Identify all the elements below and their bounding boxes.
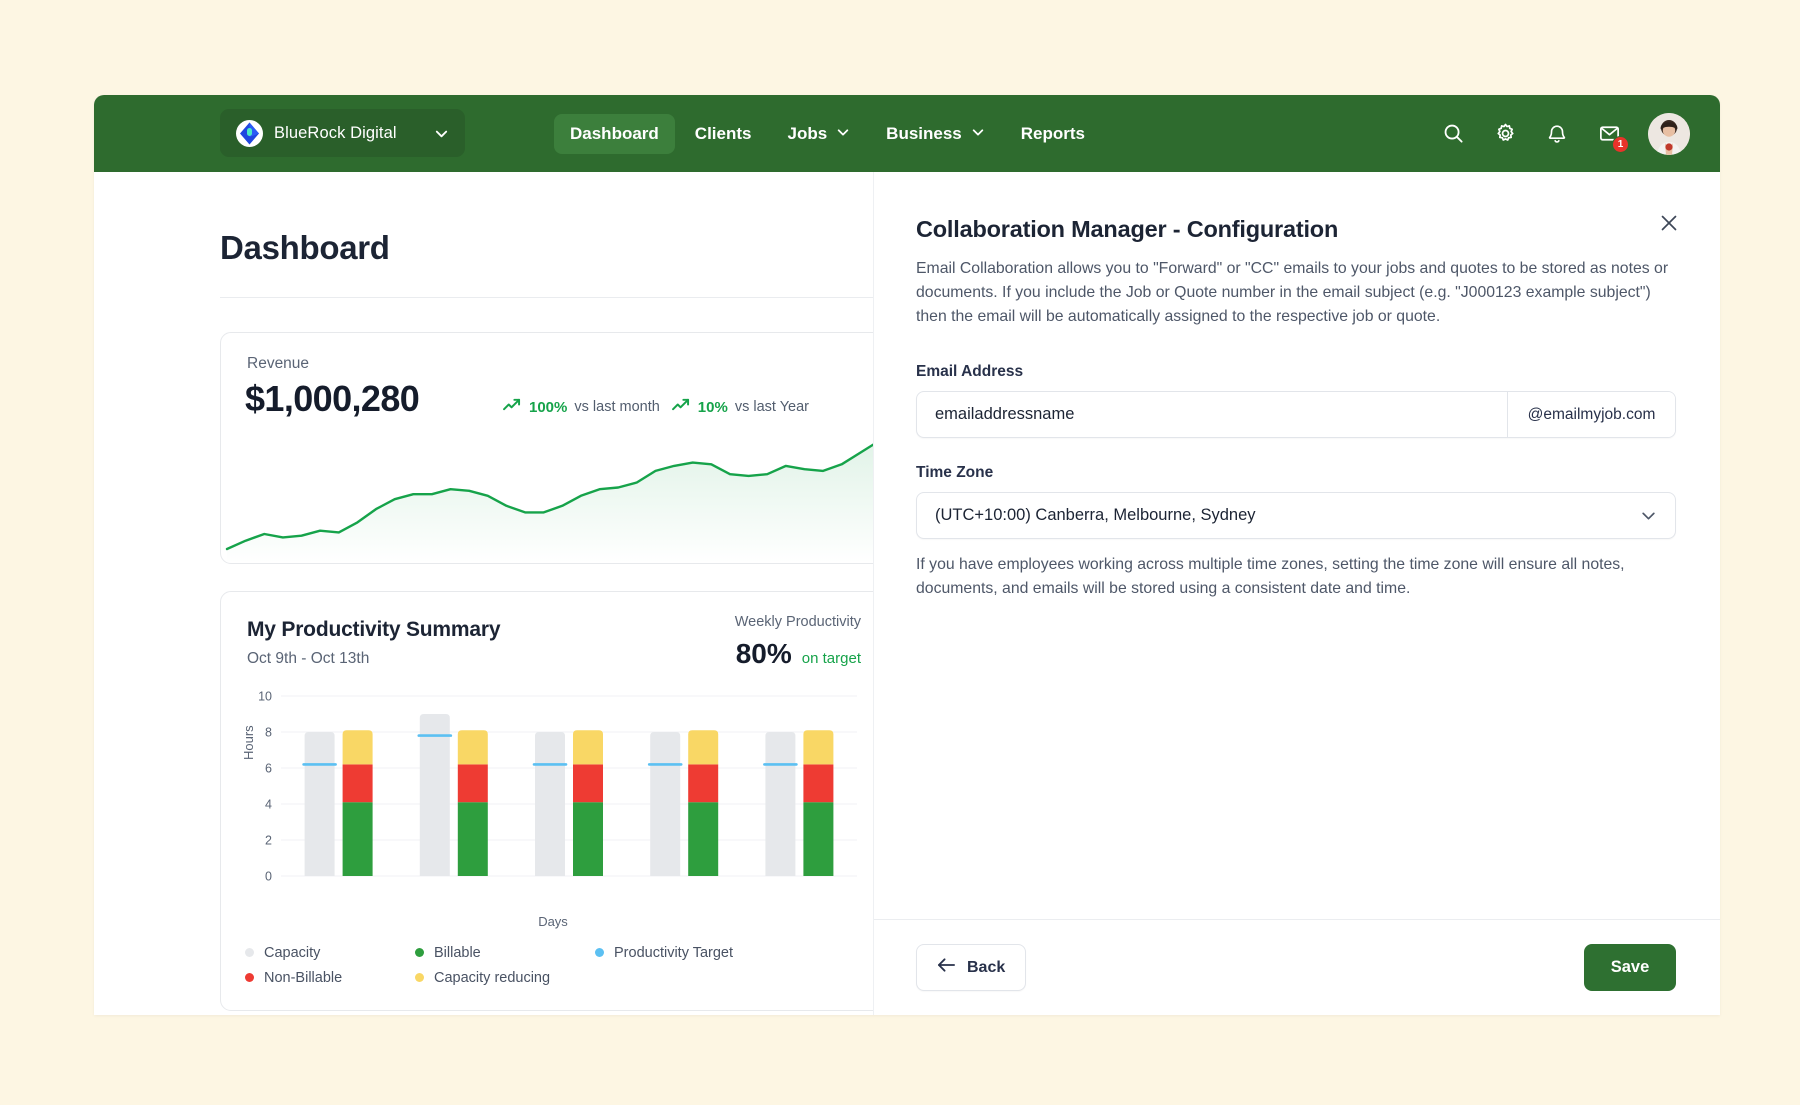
legend-label: Capacity bbox=[264, 944, 321, 961]
top-navigation-bar: BlueRock Digital Dashboard Clients Jobs bbox=[94, 95, 1720, 172]
chevron-down-icon[interactable] bbox=[434, 126, 449, 141]
panel-title: Collaboration Manager - Configuration bbox=[916, 216, 1339, 242]
nav-item-label: Dashboard bbox=[570, 123, 659, 143]
productivity-date-range: Oct 9th - Oct 13th bbox=[247, 650, 370, 667]
productivity-card: My Productivity Summary Oct 9th - Oct 13… bbox=[220, 591, 873, 1011]
mail-icon[interactable]: 1 bbox=[1596, 121, 1629, 153]
svg-text:8: 8 bbox=[265, 726, 272, 740]
chart-x-axis-label: Days bbox=[538, 914, 568, 929]
productivity-title: My Productivity Summary bbox=[247, 618, 501, 641]
weekly-productivity-note: on target bbox=[801, 650, 861, 667]
chart-y-axis-label: Hours bbox=[241, 725, 256, 760]
email-address-label: Email Address bbox=[916, 363, 1024, 380]
revenue-delta-percent: 10% bbox=[697, 398, 728, 416]
dashboard-pane: Dashboard Revenue $1,000,280 100% vs las… bbox=[94, 172, 874, 1015]
weekly-productivity-value: 80% bbox=[735, 638, 792, 669]
nav-item-label: Business bbox=[886, 123, 962, 143]
weekly-productivity-kpi: 80% on target bbox=[736, 638, 861, 670]
revenue-delta-text: vs last Year bbox=[734, 399, 809, 415]
revenue-delta-year: 10% vs last Year bbox=[671, 397, 809, 417]
title-divider bbox=[220, 297, 873, 298]
back-button[interactable]: Back bbox=[916, 944, 1027, 991]
page-root: BlueRock Digital Dashboard Clients Jobs bbox=[0, 0, 1800, 1105]
bluerock-gem-logo-icon bbox=[236, 119, 263, 147]
chevron-down-icon bbox=[1640, 507, 1657, 524]
time-zone-help-text: If you have employees working across mul… bbox=[916, 556, 1625, 597]
avatar[interactable] bbox=[1648, 112, 1690, 155]
nav-item-jobs[interactable]: Jobs bbox=[771, 114, 866, 154]
save-button[interactable]: Save bbox=[1584, 944, 1676, 991]
gear-icon[interactable] bbox=[1492, 121, 1518, 147]
panel-description: Email Collaboration allows you to "Forwa… bbox=[916, 260, 1669, 325]
revenue-card: Revenue $1,000,280 100% vs last month 10… bbox=[220, 332, 873, 564]
email-domain-suffix: @emailmyjob.com bbox=[1507, 392, 1675, 437]
body-split: Dashboard Revenue $1,000,280 100% vs las… bbox=[94, 172, 1720, 1015]
configuration-panel: Collaboration Manager - Configuration Em… bbox=[874, 172, 1720, 1015]
back-button-label: Back bbox=[967, 958, 1006, 976]
svg-text:6: 6 bbox=[265, 762, 272, 776]
legend-item-non-billable: Non-Billable bbox=[245, 970, 415, 986]
time-zone-select[interactable]: (UTC+10:00) Canberra, Melbourne, Sydney bbox=[916, 492, 1676, 539]
weekly-productivity-label: Weekly Productivity bbox=[734, 614, 861, 630]
revenue-delta-percent: 100% bbox=[529, 398, 568, 416]
nav-item-label: Clients bbox=[694, 123, 752, 143]
nav-item-label: Jobs bbox=[787, 123, 828, 143]
chevron-down-icon bbox=[836, 124, 850, 144]
legend-label: Billable bbox=[434, 944, 481, 961]
revenue-sparkline-chart bbox=[221, 433, 873, 563]
primary-nav: Dashboard Clients Jobs Business Reports bbox=[554, 95, 1101, 172]
svg-text:0: 0 bbox=[265, 870, 272, 884]
page-title: Dashboard bbox=[220, 229, 390, 266]
legend-item-capacity-reducing: Capacity reducing bbox=[415, 970, 595, 986]
revenue-deltas: 100% vs last month 10% vs last Year bbox=[503, 397, 809, 417]
configuration-panel-body: Collaboration Manager - Configuration Em… bbox=[874, 172, 1720, 919]
legend-swatch bbox=[595, 948, 604, 957]
legend-item-productivity-target: Productivity Target bbox=[595, 945, 845, 961]
chart-legend: Capacity Billable Productivity Target No… bbox=[245, 940, 845, 990]
productivity-bar-chart: Hours 0 2 4 6 8 10 bbox=[241, 690, 865, 902]
nav-item-business[interactable]: Business bbox=[870, 114, 1001, 154]
legend-swatch bbox=[415, 948, 424, 957]
email-address-field-group: @emailmyjob.com bbox=[916, 391, 1676, 438]
legend-swatch bbox=[245, 973, 254, 982]
org-switcher[interactable]: BlueRock Digital bbox=[220, 109, 465, 157]
configuration-panel-footer: Back Save bbox=[874, 919, 1720, 1015]
mail-badge-count: 1 bbox=[1612, 135, 1629, 153]
legend-label: Non-Billable bbox=[264, 969, 343, 986]
email-input[interactable] bbox=[917, 392, 1507, 437]
revenue-delta-month: 100% vs last month bbox=[503, 397, 660, 417]
trend-up-icon bbox=[671, 397, 691, 417]
nav-item-clients[interactable]: Clients bbox=[679, 114, 768, 154]
arrow-left-icon bbox=[937, 957, 956, 978]
close-icon[interactable] bbox=[1656, 210, 1682, 236]
search-icon[interactable] bbox=[1440, 121, 1466, 147]
revenue-delta-text: vs last month bbox=[574, 399, 660, 415]
trend-up-icon bbox=[503, 397, 522, 417]
legend-label: Capacity reducing bbox=[434, 969, 551, 986]
svg-text:10: 10 bbox=[258, 690, 272, 704]
nav-item-reports[interactable]: Reports bbox=[1005, 114, 1101, 154]
legend-item-billable: Billable bbox=[415, 945, 595, 961]
nav-item-dashboard[interactable]: Dashboard bbox=[554, 113, 675, 154]
nav-actions: 1 bbox=[1440, 95, 1690, 172]
legend-swatch bbox=[245, 948, 254, 957]
revenue-label: Revenue bbox=[247, 355, 310, 372]
org-name: BlueRock Digital bbox=[274, 123, 397, 142]
svg-text:2: 2 bbox=[265, 834, 272, 848]
bell-icon[interactable] bbox=[1544, 121, 1570, 147]
app-window: BlueRock Digital Dashboard Clients Jobs bbox=[94, 95, 1720, 1015]
legend-item-capacity: Capacity bbox=[245, 945, 415, 961]
time-zone-label: Time Zone bbox=[916, 464, 994, 481]
svg-text:4: 4 bbox=[265, 798, 272, 812]
legend-swatch bbox=[415, 973, 424, 982]
revenue-value: $1,000,280 bbox=[245, 378, 420, 419]
legend-label: Productivity Target bbox=[614, 944, 734, 961]
chevron-down-icon bbox=[971, 124, 985, 144]
nav-item-label: Reports bbox=[1020, 123, 1085, 143]
time-zone-value: (UTC+10:00) Canberra, Melbourne, Sydney bbox=[935, 506, 1256, 524]
